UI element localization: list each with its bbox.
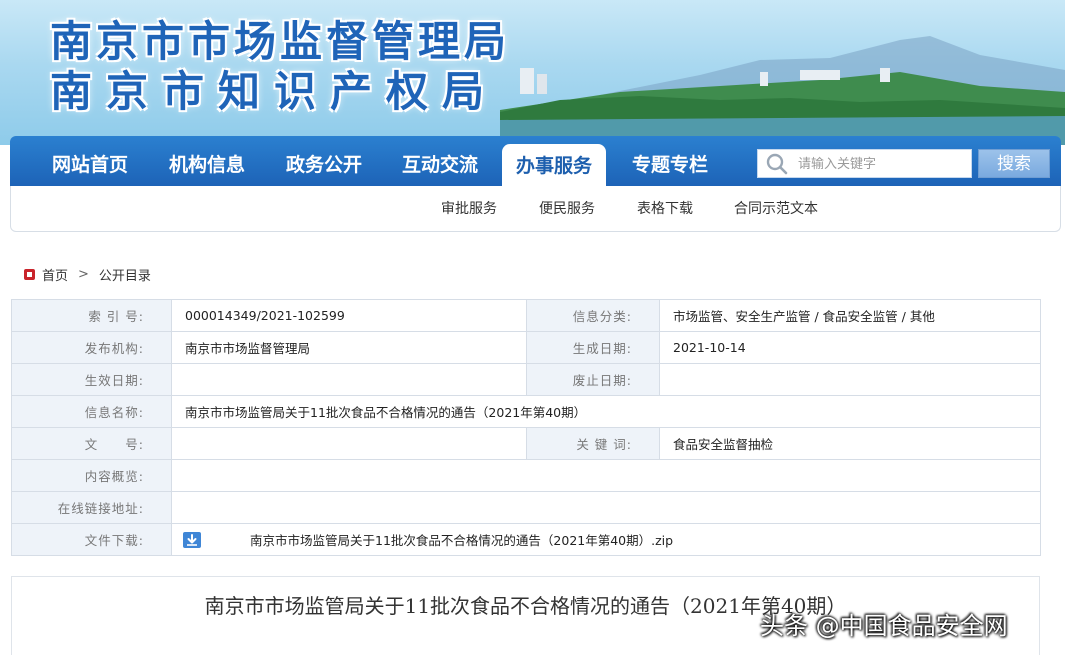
file-download-label: 文件下载: [11,523,172,556]
search-icon [766,153,788,174]
site-title-line2: 南京市知识产权局 [50,67,499,116]
subnav-item-form-download[interactable]: 表格下载 [637,198,693,218]
table-row: 信息名称: 南京市市场监管局关于11批次食品不合格情况的通告（2021年第40期… [11,395,1041,428]
main-nav: 网站首页 机构信息 政务公开 互动交流 办事服务 专题专栏 搜索 [10,136,1061,186]
doc-number-value [171,427,527,460]
nav-item-interaction[interactable]: 互动交流 [388,136,492,186]
table-row: 生效日期: 废止日期: [11,363,1041,396]
table-row: 发布机构: 南京市市场监督管理局 生成日期: 2021-10-14 [11,331,1041,364]
keywords-value: 食品安全监督抽检 [659,427,1041,460]
index-label: 索 引 号: [11,299,172,332]
search-button[interactable]: 搜索 [978,149,1050,178]
subnav-item-approval[interactable]: 审批服务 [441,198,497,218]
sub-nav: 审批服务 便民服务 表格下载 合同示范文本 [10,186,1061,232]
publisher-label: 发布机构: [11,331,172,364]
home-icon [24,268,35,280]
breadcrumb: 首页 > 公开目录 [24,264,151,284]
table-row: 在线链接地址: [11,491,1041,524]
search-input[interactable] [798,156,963,171]
info-table: 索 引 号: 000014349/2021-102599 信息分类: 市场监管、… [11,299,1041,556]
breadcrumb-home[interactable]: 首页 [42,265,68,284]
search-box [757,149,972,178]
created-date-label: 生成日期: [526,331,660,364]
index-value: 000014349/2021-102599 [171,299,527,332]
doc-number-label: 文 号: [11,427,172,460]
table-row: 文 号: 关 键 词: 食品安全监督抽检 [11,427,1041,460]
publisher-value: 南京市市场监督管理局 [171,331,527,364]
summary-value [171,459,1041,492]
online-link-value [171,491,1041,524]
abolished-date-value [659,363,1041,396]
breadcrumb-separator: > [78,266,89,282]
online-link-label: 在线链接地址: [11,491,172,524]
nav-item-home[interactable]: 网站首页 [38,136,142,186]
created-date-value: 2021-10-14 [659,331,1041,364]
download-icon[interactable] [182,531,202,549]
nav-item-services[interactable]: 办事服务 [502,144,606,186]
breadcrumb-current[interactable]: 公开目录 [99,265,151,284]
info-name-label: 信息名称: [11,395,172,428]
effective-date-value [171,363,527,396]
download-file-link[interactable]: 南京市市场监管局关于11批次食品不合格情况的通告（2021年第40期）.zip [250,530,673,549]
nav-item-topics[interactable]: 专题专栏 [618,136,722,186]
table-row: 内容概览: [11,459,1041,492]
category-label: 信息分类: [526,299,660,332]
subnav-item-convenience[interactable]: 便民服务 [539,198,595,218]
table-row: 索 引 号: 000014349/2021-102599 信息分类: 市场监管、… [11,299,1041,332]
effective-date-label: 生效日期: [11,363,172,396]
nav-item-gov-affairs[interactable]: 政务公开 [272,136,376,186]
abolished-date-label: 废止日期: [526,363,660,396]
table-row: 文件下载: 南京市市场监管局关于11批次食品不合格情况的通告（2021年第40期… [11,523,1041,556]
summary-label: 内容概览: [11,459,172,492]
nav-item-institution[interactable]: 机构信息 [155,136,259,186]
info-name-value: 南京市市场监管局关于11批次食品不合格情况的通告（2021年第40期） [171,395,1041,428]
keywords-label: 关 键 词: [526,427,660,460]
watermark: 头条 @中国食品安全网 [760,612,1008,640]
file-download-cell: 南京市市场监管局关于11批次食品不合格情况的通告（2021年第40期）.zip [171,523,1041,556]
category-value: 市场监管、安全生产监管 / 食品安全监管 / 其他 [659,299,1041,332]
site-banner: 南京市市场监督管理局 南京市知识产权局 [0,0,1065,145]
subnav-item-contract-templates[interactable]: 合同示范文本 [734,198,818,218]
